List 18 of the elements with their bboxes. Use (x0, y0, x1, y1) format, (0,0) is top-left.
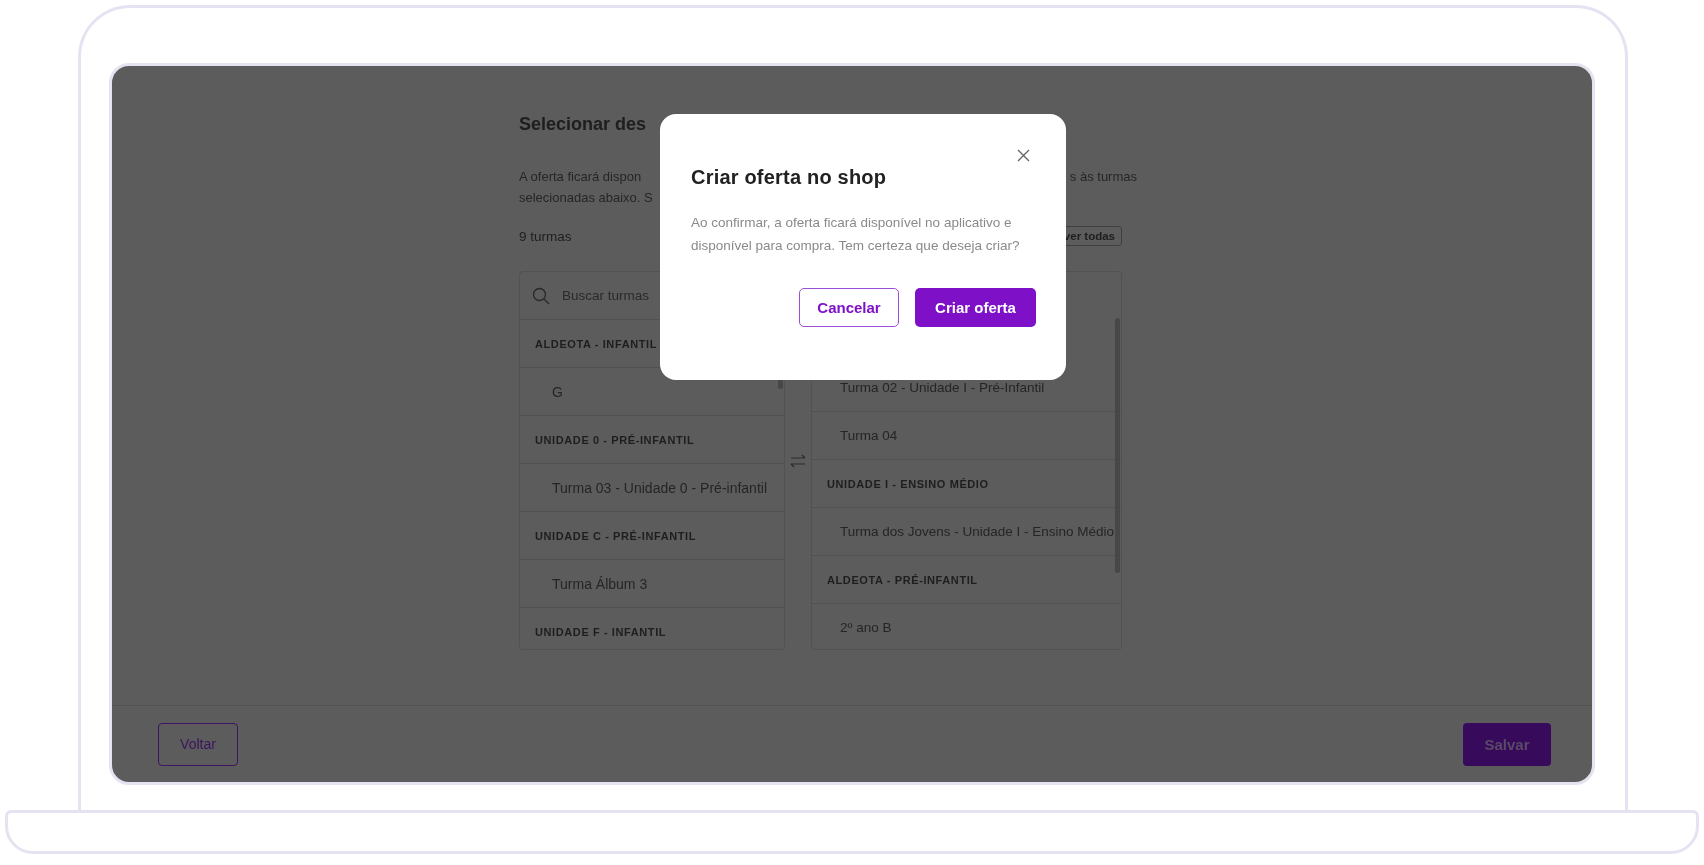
class-item[interactable]: Turma Álbum 3 (552, 575, 648, 592)
close-icon[interactable] (1017, 149, 1030, 162)
back-button[interactable]: Voltar (158, 722, 238, 766)
dialog-title: Criar oferta no shop (691, 166, 888, 189)
cancel-button[interactable]: Cancelar (799, 288, 899, 327)
group-header: ALDEOTA - INFANTIL (535, 337, 657, 350)
dialog-message: Ao confirmar, a oferta ficará disponível no aplicativo e disponível para compra. Tem certeza que deseja criar? (691, 214, 1021, 255)
group-header: ALDEOTA - PRÉ-INFANTIL (827, 573, 978, 586)
group-header: UNIDADE 0 - PRÉ-INFANTIL (535, 433, 695, 446)
group-header: UNIDADE I - ENSINO MÉDIO (827, 477, 989, 490)
group-header: UNIDADE C - PRÉ-INFANTIL (535, 529, 697, 542)
search-icon (532, 286, 550, 305)
group-header: UNIDADE F - INFANTIL (535, 625, 667, 638)
confirm-button[interactable]: Criar oferta (915, 288, 1036, 327)
page-title: Selecionar des (519, 114, 648, 136)
class-count: 9 turmas (519, 228, 572, 244)
swap-arrows-icon (789, 453, 807, 468)
save-button[interactable]: Salvar (1463, 722, 1551, 766)
